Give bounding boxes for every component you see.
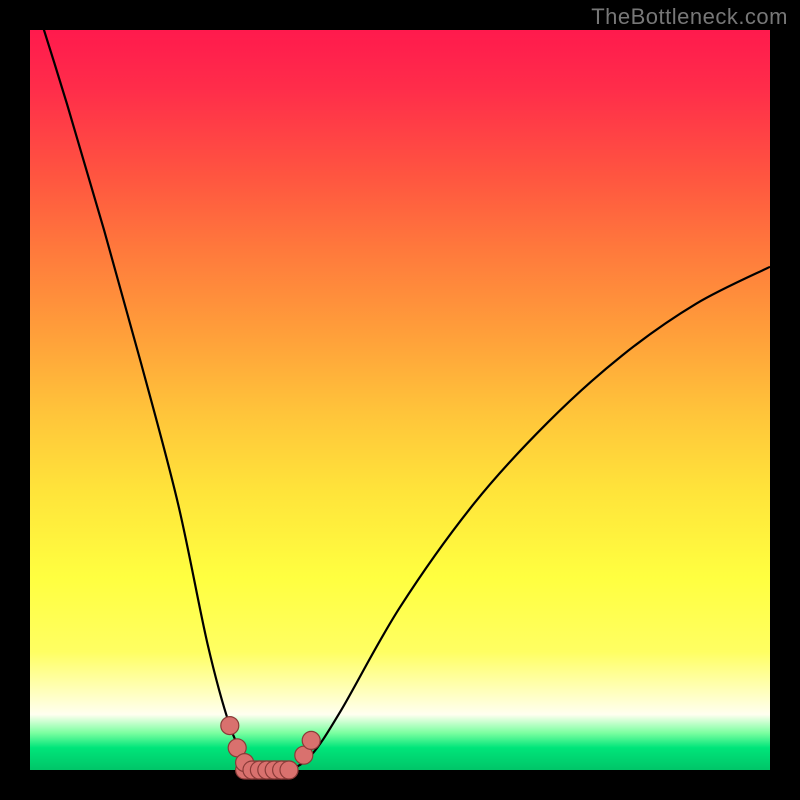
bottleneck-curve [30,30,770,770]
marker-dot [280,761,298,779]
marker-dot [221,717,239,735]
chart-frame: TheBottleneck.com [0,0,800,800]
plot-area [30,30,770,770]
marker-dot [302,731,320,749]
curve-markers [221,717,320,779]
curve-path [30,0,770,771]
watermark-text: TheBottleneck.com [591,4,788,30]
